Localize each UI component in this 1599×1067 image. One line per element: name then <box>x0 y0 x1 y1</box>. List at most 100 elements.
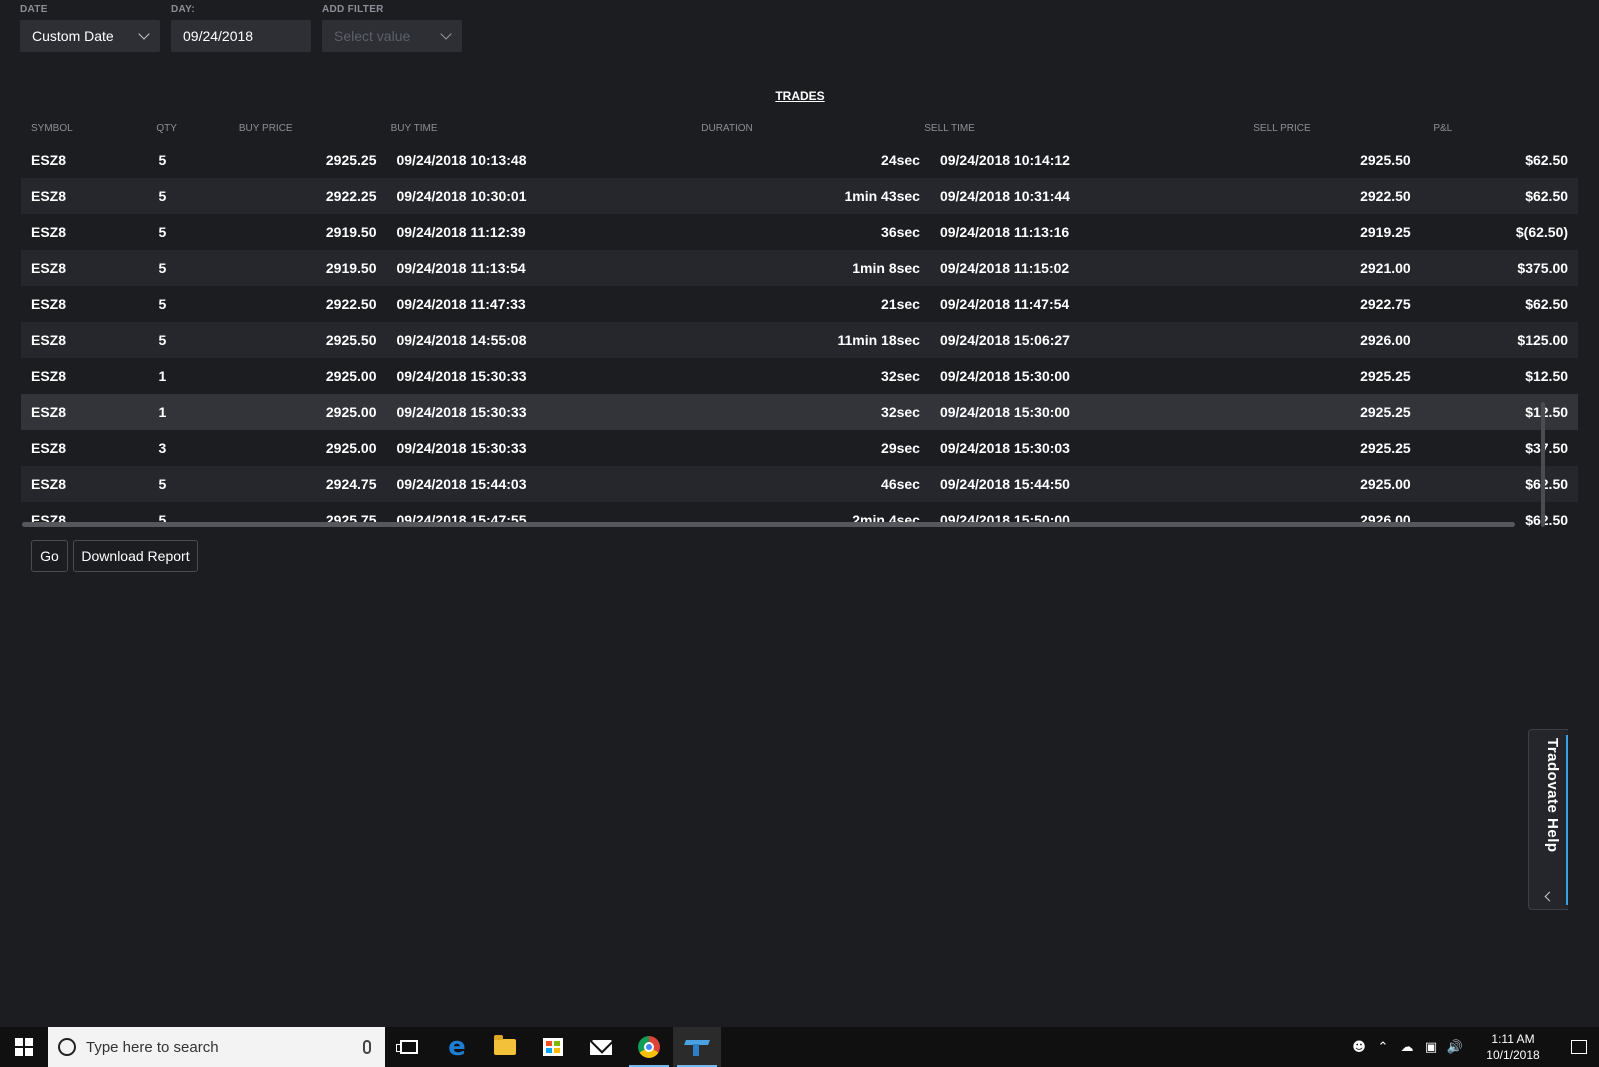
cell-pl: $37.50 <box>1525 440 1569 456</box>
horizontal-scrollbar[interactable] <box>22 522 1515 527</box>
windows-icon <box>15 1038 33 1056</box>
cell-qty: 5 <box>158 152 167 168</box>
table-row[interactable]: ESZ8 1 2925.00 09/24/2018 15:30:33 32sec 09/2… <box>21 358 1578 394</box>
edge-icon: e <box>448 1032 466 1062</box>
cell-sell-time: 09/24/2018 10:31:44 <box>939 188 1070 204</box>
column-header-duration[interactable]: DURATION <box>701 123 914 134</box>
volume-icon[interactable]: 🔊 <box>1443 1027 1467 1067</box>
tradovate-icon <box>685 1038 709 1056</box>
cell-qty: 5 <box>158 260 167 276</box>
task-view-button[interactable] <box>385 1027 433 1067</box>
start-button[interactable] <box>0 1027 48 1067</box>
cell-sell-price: 2925.25 <box>1360 368 1411 384</box>
date-select-value: Custom Date <box>32 28 114 44</box>
cell-duration: 1min 8sec <box>852 260 920 276</box>
people-icon[interactable]: ☻ <box>1347 1027 1371 1067</box>
cell-sell-price: 2925.25 <box>1360 440 1411 456</box>
table-row[interactable]: ESZ8 5 2922.25 09/24/2018 10:30:01 1min 43se… <box>21 178 1578 214</box>
clock-date: 10/1/2018 <box>1486 1048 1540 1062</box>
table-row[interactable]: ESZ8 5 2924.75 09/24/2018 15:44:03 46sec 09/2… <box>21 466 1578 502</box>
chevron-left-icon[interactable] <box>1544 891 1555 902</box>
taskbar-clock[interactable]: 1:11 AM 10/1/2018 <box>1475 1031 1551 1063</box>
column-header-sell-price[interactable]: SELL PRICE <box>934 123 1423 134</box>
date-select[interactable]: Custom Date <box>20 20 160 52</box>
cell-sell-price: 2921.00 <box>1360 260 1411 276</box>
cortana-icon <box>58 1038 76 1056</box>
cell-qty: 5 <box>158 476 167 492</box>
table-row[interactable]: ESZ8 5 2925.75 09/24/2018 15:47:55 2min 4sec… <box>21 502 1578 532</box>
cell-buy-price: 2925.00 <box>325 404 377 420</box>
taskbar-search[interactable]: Type here to search <box>48 1027 385 1067</box>
column-header-pl[interactable]: P&L <box>1423 123 1578 134</box>
download-report-button[interactable]: Download Report <box>73 540 198 572</box>
cell-qty: 5 <box>158 332 167 348</box>
cell-buy-price: 2925.00 <box>325 368 377 384</box>
go-button[interactable]: Go <box>31 540 68 572</box>
mail-icon <box>590 1039 612 1055</box>
table-row[interactable]: ESZ8 5 2922.50 09/24/2018 11:47:33 21sec 09/2… <box>21 286 1578 322</box>
cell-buy-time: 09/24/2018 15:30:33 <box>396 440 527 456</box>
cell-buy-time: 09/24/2018 11:47:33 <box>396 296 526 312</box>
cell-pl: $62.50 <box>1525 296 1569 312</box>
onedrive-icon[interactable]: ☁ <box>1395 1027 1419 1067</box>
date-filter-group: DATE Custom Date <box>20 4 160 52</box>
cell-pl: $12.50 <box>1525 404 1569 420</box>
vertical-scrollbar[interactable] <box>1541 402 1545 527</box>
help-tab[interactable]: Tradovate Help <box>1528 729 1568 910</box>
network-icon[interactable]: ▣ <box>1419 1027 1443 1067</box>
cell-symbol: ESZ8 <box>31 188 67 204</box>
cell-qty: 5 <box>158 296 167 312</box>
table-row[interactable]: ESZ8 1 2925.00 09/24/2018 15:30:33 32sec 09/2… <box>21 394 1578 430</box>
add-filter-group: ADD FILTER Select value <box>322 4 462 52</box>
cell-sell-time: 09/24/2018 10:14:12 <box>939 152 1070 168</box>
column-header-buy-price[interactable]: BUY PRICE <box>229 123 381 134</box>
cell-symbol: ESZ8 <box>31 368 67 384</box>
cell-duration: 29sec <box>881 440 920 456</box>
cell-sell-time: 09/24/2018 15:44:50 <box>939 476 1070 492</box>
mail-button[interactable] <box>577 1027 625 1067</box>
table-row[interactable]: ESZ8 3 2925.00 09/24/2018 15:30:33 29sec 09/2… <box>21 430 1578 466</box>
column-header-symbol[interactable]: SYMBOL <box>21 123 146 134</box>
folder-icon <box>494 1035 516 1055</box>
day-input-value: 09/24/2018 <box>183 28 254 44</box>
cell-qty: 1 <box>158 368 167 384</box>
cell-duration: 21sec <box>881 296 920 312</box>
table-row[interactable]: ESZ8 5 2919.50 09/24/2018 11:12:39 36sec 09/2… <box>21 214 1578 250</box>
file-explorer-button[interactable] <box>481 1027 529 1067</box>
cell-buy-time: 09/24/2018 15:44:03 <box>396 476 527 492</box>
table-header: SYMBOL QTY BUY PRICE BUY TIME DURATION S… <box>21 114 1578 142</box>
day-filter-group: DAY: 09/24/2018 <box>171 4 311 52</box>
store-icon <box>543 1038 563 1056</box>
task-view-icon <box>396 1040 418 1054</box>
cell-sell-time: 09/24/2018 11:15:02 <box>939 260 1070 276</box>
microphone-icon[interactable] <box>363 1040 371 1054</box>
cell-symbol: ESZ8 <box>31 440 67 456</box>
cell-sell-time: 09/24/2018 11:47:54 <box>939 296 1070 312</box>
cell-qty: 1 <box>158 404 167 420</box>
column-header-sell-time[interactable]: SELL TIME <box>914 123 975 134</box>
cell-buy-price: 2919.50 <box>325 260 377 276</box>
action-center-button[interactable] <box>1559 1027 1599 1067</box>
chrome-button[interactable] <box>625 1027 673 1067</box>
day-input[interactable]: 09/24/2018 <box>171 20 311 52</box>
cell-buy-price: 2925.25 <box>325 152 377 168</box>
store-button[interactable] <box>529 1027 577 1067</box>
column-header-qty[interactable]: QTY <box>146 123 228 134</box>
column-header-buy-time[interactable]: BUY TIME <box>381 123 702 134</box>
cell-sell-price: 2925.00 <box>1360 476 1411 492</box>
chevron-up-icon[interactable]: ⌃ <box>1371 1027 1395 1067</box>
add-filter-select[interactable]: Select value <box>322 20 462 52</box>
table-row[interactable]: ESZ8 5 2919.50 09/24/2018 11:13:54 1min 8sec… <box>21 250 1578 286</box>
cell-duration: 36sec <box>881 224 920 240</box>
cell-buy-price: 2919.50 <box>325 224 377 240</box>
table-row[interactable]: ESZ8 5 2925.50 09/24/2018 14:55:08 11min 18s… <box>21 322 1578 358</box>
cell-duration: 1min 43sec <box>844 188 920 204</box>
table-row[interactable]: ESZ8 5 2925.25 09/24/2018 10:13:48 24sec 09/2… <box>21 142 1578 178</box>
trades-title: TRADES <box>775 89 825 103</box>
cell-duration: 32sec <box>881 368 920 384</box>
cell-symbol: ESZ8 <box>31 332 67 348</box>
cell-buy-time: 09/24/2018 10:13:48 <box>396 152 527 168</box>
cell-buy-time: 09/24/2018 11:13:54 <box>396 260 526 276</box>
tradovate-button[interactable] <box>673 1027 721 1067</box>
edge-button[interactable]: e <box>433 1027 481 1067</box>
